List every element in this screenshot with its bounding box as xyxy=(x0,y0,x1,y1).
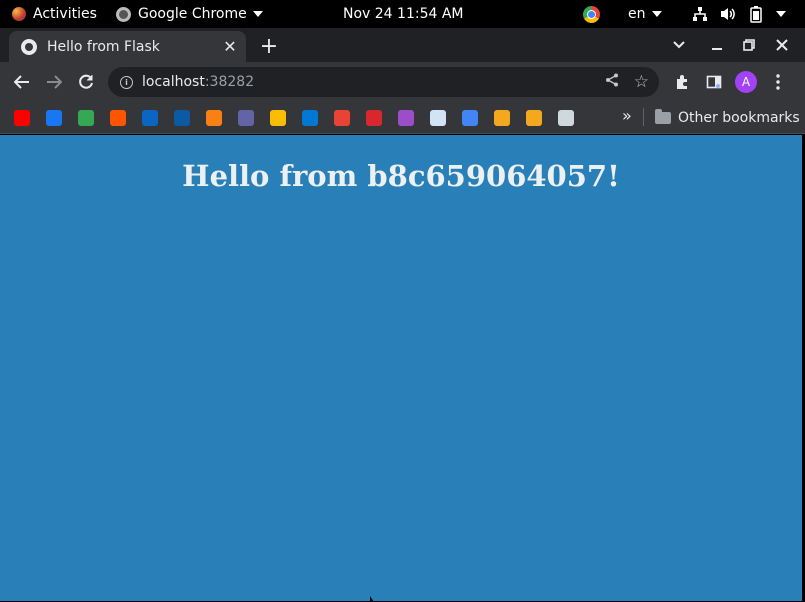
folder-icon xyxy=(655,109,671,124)
bookmarks-overflow-icon[interactable]: » xyxy=(622,106,632,125)
bookmark-infinity-2-icon[interactable] xyxy=(526,110,542,126)
app-menu-label: Google Chrome xyxy=(138,6,247,22)
bookmark-edge-icon[interactable] xyxy=(174,110,190,126)
bookmark-doc-page-icon[interactable] xyxy=(430,110,446,126)
bookmark-linkedin-icon[interactable] xyxy=(142,110,158,126)
bookmark-soundcloud-icon[interactable] xyxy=(110,110,126,126)
reload-icon[interactable] xyxy=(74,70,98,94)
clock[interactable]: Nov 24 11:54 AM xyxy=(343,0,464,28)
app-menu[interactable]: Google Chrome xyxy=(116,0,263,28)
window-close-icon[interactable] xyxy=(770,34,794,56)
tab-active[interactable]: Hello from Flask ✕ xyxy=(9,31,246,62)
back-arrow-icon[interactable] xyxy=(10,70,34,94)
other-bookmarks-label: Other bookmarks xyxy=(678,110,800,126)
bookmark-chat-80-icon[interactable] xyxy=(78,110,94,126)
bookmark-moodle-icon[interactable] xyxy=(206,110,222,126)
bookmark-youtube-icon[interactable] xyxy=(14,110,30,126)
chrome-tray-icon[interactable] xyxy=(583,0,600,28)
star-icon[interactable]: ☆ xyxy=(634,72,649,92)
close-icon[interactable]: ✕ xyxy=(220,37,240,57)
side-panel-icon[interactable] xyxy=(702,70,726,94)
volume-icon[interactable] xyxy=(720,0,737,28)
bookmark-outlook-icon[interactable] xyxy=(302,110,318,126)
globe-icon xyxy=(21,38,37,55)
profile-avatar[interactable]: A xyxy=(735,71,757,93)
language-selector[interactable]: en xyxy=(628,0,662,28)
bookmarks-separator xyxy=(643,108,644,126)
extensions-icon[interactable] xyxy=(670,70,694,94)
activities-icon xyxy=(12,7,26,21)
mouse-cursor xyxy=(370,596,374,602)
minimize-icon[interactable] xyxy=(705,34,729,56)
more-menu-icon[interactable] xyxy=(766,70,790,94)
language-label: en xyxy=(628,6,646,22)
bookmark-site-logo-icon[interactable] xyxy=(558,110,574,126)
tab-title: Hello from Flask xyxy=(47,38,160,55)
share-icon[interactable] xyxy=(605,73,619,91)
battery-icon[interactable] xyxy=(750,0,762,28)
network-icon[interactable] xyxy=(692,0,708,28)
page-heading: Hello from b8c659064057! xyxy=(182,159,620,193)
new-tab-button[interactable]: + xyxy=(258,34,280,59)
bookmark-drive-icon[interactable] xyxy=(270,110,286,126)
chrome-app-icon xyxy=(116,6,131,22)
system-menu-button[interactable] xyxy=(770,0,786,28)
bookmark-mega-icon[interactable] xyxy=(366,110,382,126)
tab-search-icon[interactable] xyxy=(667,34,691,56)
address-bar[interactable]: i localhost:38282 ☆ xyxy=(108,67,659,97)
restore-icon[interactable] xyxy=(737,34,761,56)
chevron-down-icon xyxy=(651,11,662,17)
system-top-bar: Activities Google Chrome Nov 24 11:54 AM… xyxy=(0,0,805,28)
bookmark-gmail-icon[interactable] xyxy=(334,110,350,126)
bookmark-teams-icon[interactable] xyxy=(238,110,254,126)
other-bookmarks-folder[interactable]: Other bookmarks xyxy=(655,102,800,134)
bookmark-google-icon[interactable] xyxy=(462,110,478,126)
browser-toolbar: i localhost:38282 ☆ xyxy=(0,62,805,102)
activities-button[interactable]: Activities xyxy=(12,0,97,28)
activities-label: Activities xyxy=(33,6,97,22)
url-port: :38282 xyxy=(204,74,255,90)
page-content: Hello from b8c659064057! xyxy=(0,135,802,601)
chevron-down-icon xyxy=(252,11,263,17)
info-icon[interactable]: i xyxy=(120,75,133,89)
url-host: localhost xyxy=(142,74,205,90)
bookmark-infinity-1-icon[interactable] xyxy=(494,110,510,126)
bookmark-power-automate-icon[interactable] xyxy=(398,110,414,126)
bookmark-facebook-icon[interactable] xyxy=(46,110,62,126)
forward-arrow-icon[interactable] xyxy=(42,70,66,94)
chevron-down-icon xyxy=(776,11,786,17)
